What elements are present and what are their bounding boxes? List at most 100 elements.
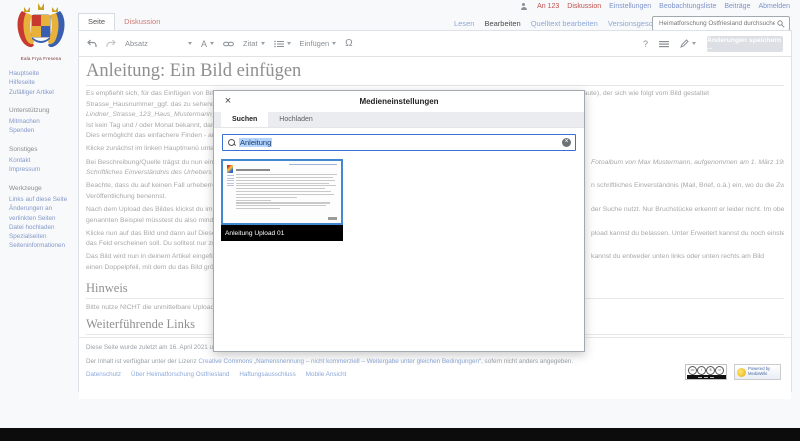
chevron-down-icon (188, 42, 192, 45)
user-icon (520, 3, 527, 10)
list-format-dropdown[interactable] (274, 40, 291, 48)
personal-link-beiträge[interactable]: Beiträge (724, 3, 750, 10)
site-search-input[interactable] (657, 19, 777, 28)
mini-page-topline (289, 164, 337, 165)
site-search[interactable] (652, 16, 790, 31)
dialog-tab-hochladen[interactable]: Hochladen (268, 112, 323, 127)
text-style-dropdown[interactable]: A (201, 39, 214, 49)
footer-link-datenschutz[interactable]: Datenschutz (86, 371, 121, 378)
sidebar-section-header: Werkzeuge (9, 184, 73, 193)
chevron-down-icon (332, 42, 336, 45)
namespace-tabs: SeiteDiskussion (78, 13, 169, 30)
paragraph-format-label: Absatz (125, 39, 148, 48)
personal-link-abmelden[interactable]: Abmelden (758, 3, 790, 10)
sidebar-link-datei-hochladen[interactable]: Datei hochladen (9, 223, 73, 232)
screen: Eala Frya Fresena An 123 Diskussion Einste… (0, 0, 800, 441)
sidebar-link--nderungen-an-verlinkten-seiten[interactable]: Änderungen an verlinkten Seiten (9, 204, 73, 223)
undo-icon (87, 39, 97, 48)
text-style-label: A (201, 39, 207, 49)
sidebar-section-header: Sonstiges (9, 145, 73, 154)
sidebar-item: Impressum (9, 165, 73, 174)
redo-icon (106, 39, 116, 48)
save-changes-button[interactable]: Änderungen speichern ... (707, 36, 783, 52)
sidebar-link-spenden[interactable]: Spenden (9, 126, 73, 135)
view-lesen[interactable]: Lesen (454, 19, 474, 28)
sidebar-link-hauptseite[interactable]: Hauptseite (9, 69, 73, 78)
bullet-list-icon (274, 40, 284, 48)
help-button[interactable]: ? (643, 39, 648, 49)
tab-seite[interactable]: Seite (78, 13, 115, 30)
cite-label: Zitat (243, 39, 258, 48)
personal-link-einstellungen[interactable]: Einstellungen (609, 3, 651, 10)
menu-icon (659, 40, 669, 48)
chevron-down-icon (692, 42, 696, 45)
sidebar-item: Links auf diese Seite (9, 195, 73, 204)
article-text-left: Klicke zunächst im linken Hauptmenü unte… (86, 145, 234, 152)
redo-button[interactable] (106, 39, 116, 48)
sidebar-item: Seiteninformationen (9, 241, 73, 250)
media-search-value: Anleitung (239, 138, 272, 147)
media-result-item[interactable]: Anleitung Upload 01 (221, 159, 343, 241)
insert-dropdown[interactable]: Einfügen (300, 39, 337, 48)
sidebar-link-spezialseiten[interactable]: Spezialseiten (9, 232, 73, 241)
sidebar-item: Zufälliger Artikel (9, 88, 73, 97)
page-options-button[interactable] (659, 39, 669, 48)
mediawiki-sunflower-icon (737, 368, 746, 377)
user-page-link[interactable]: An 123 (537, 3, 559, 10)
sidebar-link-impressum[interactable]: Impressum (9, 165, 73, 174)
media-search-field[interactable]: Anleitung × (222, 134, 576, 151)
article-text-left: Veröffentlichung benennst. (86, 193, 166, 200)
undo-button[interactable] (87, 39, 97, 48)
article-text-right: pload kannst du belassen. Unter Erweiter… (591, 230, 784, 237)
personal-tools: An 123 Diskussion Einstellungen Beobachtung… (520, 3, 790, 10)
sidebar-link-mitmachen[interactable]: Mitmachen (9, 117, 73, 126)
dialog-tab-suchen[interactable]: Suchen (221, 112, 268, 127)
search-icon (777, 20, 785, 28)
tab-diskussion[interactable]: Diskussion (115, 14, 169, 30)
pencil-icon (680, 39, 689, 48)
article-text-right: der Suche nutzt. Nur Bruchstücke erkennt… (591, 206, 784, 213)
chevron-down-icon (287, 42, 291, 45)
mini-page-badge (328, 217, 337, 220)
cite-dropdown[interactable]: Zitat (243, 39, 265, 48)
footer-link-haftungsausschluss[interactable]: Haftungsausschluss (239, 371, 295, 378)
footer-links: Datenschutz Über Heimatforschung Ostfries… (86, 371, 784, 378)
footer-link-mobile-ansicht[interactable]: Mobile Ansicht (306, 371, 347, 378)
footer-link--ber-heimatforschung-ostfriesland[interactable]: Über Heimatforschung Ostfriesland (131, 371, 229, 378)
link-button[interactable] (223, 39, 234, 48)
mini-page-logo (227, 165, 233, 173)
license-link[interactable]: Creative Commons „Namensnennung – nicht … (198, 358, 481, 365)
article-text-right: kannst du entweder unten links oder unte… (591, 253, 764, 260)
sidebar-link-zuf-lliger-artikel[interactable]: Zufälliger Artikel (9, 88, 73, 97)
personal-link-beobachtungsliste[interactable]: Beobachtungsliste (659, 3, 716, 10)
article-text-right: n schriftliches Einverständnis (Mail, Br… (591, 182, 784, 189)
creative-commons-badge-icon[interactable]: cc i $ o (685, 364, 727, 380)
special-character-button[interactable]: Ω (345, 38, 352, 49)
sidebar-item: Hauptseite (9, 69, 73, 78)
personal-link-diskussion[interactable]: Diskussion (567, 3, 601, 10)
sidebar-item: Spenden (9, 126, 73, 135)
close-icon[interactable]: × (221, 94, 235, 108)
sidebar-item: Hilfeseite (9, 78, 73, 87)
sidebar-item: Kontakt (9, 156, 73, 165)
cc-by-icon: i (697, 366, 706, 375)
sidebar-link-seiteninformationen[interactable]: Seiteninformationen (9, 241, 73, 250)
page-title: Anleitung: Ein Bild einfügen (86, 61, 784, 86)
view-quelltext-bearbeiten[interactable]: Quelltext bearbeiten (531, 19, 598, 28)
paragraph-format-dropdown[interactable]: Absatz (125, 39, 192, 48)
media-settings-dialog: × Medieneinstellungen SuchenHochladen An… (213, 90, 585, 352)
dialog-tabs: SuchenHochladen (214, 112, 584, 128)
cc-nc-icon: $ (706, 366, 715, 375)
sidebar-link-kontakt[interactable]: Kontakt (9, 156, 73, 165)
view-bearbeiten[interactable]: Bearbeiten (484, 19, 520, 28)
cc-icon: cc (688, 366, 697, 375)
article-text-left: Dies ermöglicht das einfachere Finden - … (86, 132, 234, 139)
license-text: Der Inhalt ist verfügbar unter der Lizen… (86, 358, 784, 365)
site-logo[interactable]: Eala Frya Fresena (12, 1, 70, 65)
coat-of-arms-icon (14, 1, 68, 57)
clear-search-icon[interactable]: × (562, 138, 571, 147)
sidebar-link-hilfeseite[interactable]: Hilfeseite (9, 78, 73, 87)
mediawiki-badge[interactable]: Powered by MediaWiki (734, 364, 781, 380)
editing-mode-dropdown[interactable] (680, 39, 696, 48)
sidebar-link-links-auf-diese-seite[interactable]: Links auf diese Seite (9, 195, 73, 204)
